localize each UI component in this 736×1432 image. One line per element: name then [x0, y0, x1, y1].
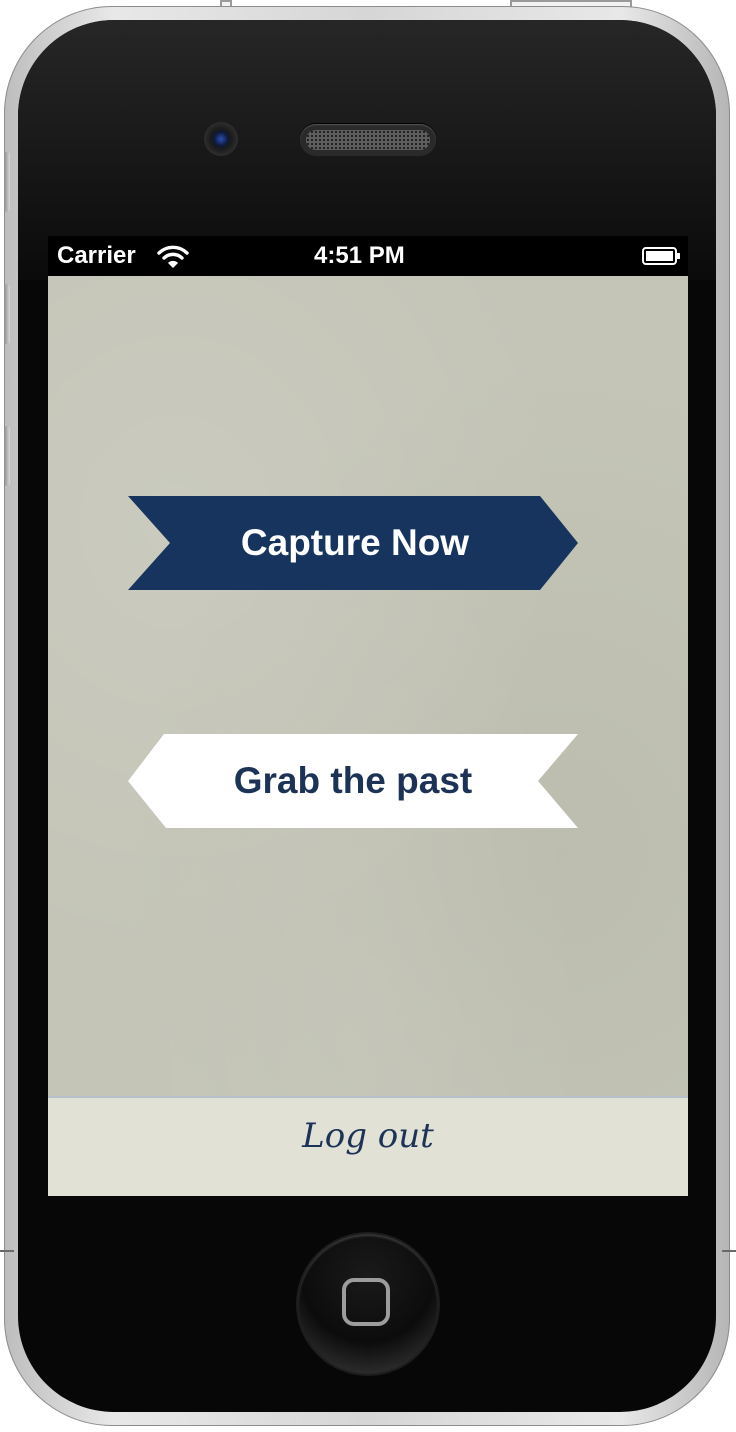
- status-bar: Carrier 4:51 PM: [48, 236, 688, 276]
- grab-the-past-button[interactable]: Grab the past: [128, 734, 578, 828]
- home-square-glyph: [342, 1278, 390, 1326]
- bottom-bar: Log out: [48, 1096, 688, 1196]
- phone-screen: Carrier 4:51 PM Capture Now Grab the pas…: [48, 236, 688, 1196]
- simulator-stage: Carrier 4:51 PM Capture Now Grab the pas…: [0, 0, 736, 1432]
- volume-down-button: [4, 426, 10, 486]
- grab-the-past-label: Grab the past: [233, 760, 473, 801]
- main-content: Capture Now Grab the past: [48, 276, 688, 1096]
- camera-lens-icon: [204, 122, 238, 156]
- capture-now-button[interactable]: Capture Now: [128, 496, 578, 590]
- antenna-line-left: [0, 1250, 14, 1252]
- battery-icon: [642, 247, 680, 265]
- logout-button[interactable]: Log out: [48, 1098, 688, 1174]
- capture-now-label: Capture Now: [240, 522, 470, 563]
- home-button-icon[interactable]: [298, 1234, 438, 1374]
- volume-up-button: [4, 284, 10, 344]
- status-time: 4:51 PM: [314, 242, 405, 269]
- mute-switch: [4, 152, 10, 212]
- antenna-line-right: [722, 1250, 736, 1252]
- carrier-label: Carrier: [57, 242, 136, 269]
- wifi-icon: [157, 245, 189, 268]
- speaker-grille-icon: [300, 124, 436, 156]
